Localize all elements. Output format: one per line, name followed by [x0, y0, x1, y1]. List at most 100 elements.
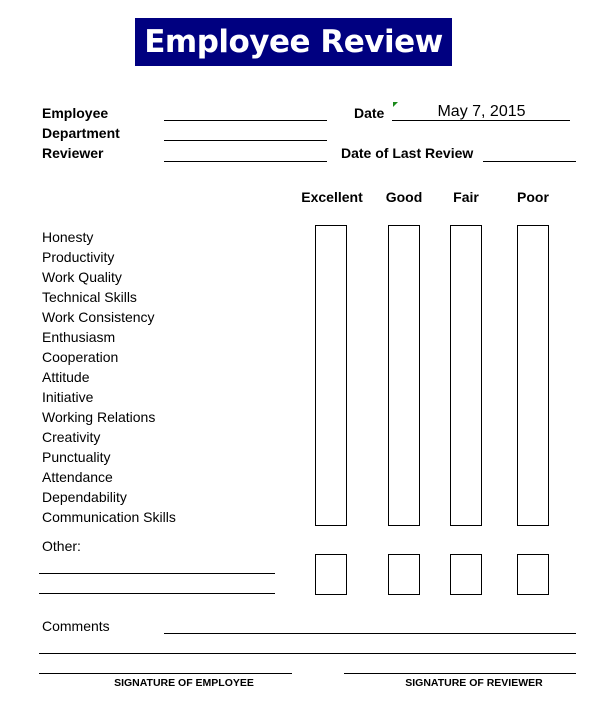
- criterion-label: Enthusiasm: [42, 329, 116, 345]
- criterion-label: Initiative: [42, 389, 94, 405]
- other-rating-checkbox-poor[interactable]: [517, 554, 549, 575]
- employee-field[interactable]: [164, 120, 327, 121]
- rating-checkbox-poor[interactable]: [517, 285, 549, 306]
- criterion-label: Communication Skills: [42, 509, 176, 525]
- criterion-label: Working Relations: [42, 409, 156, 425]
- rating-checkbox-excellent[interactable]: [315, 365, 347, 386]
- other-rating-checkbox-good[interactable]: [388, 554, 420, 575]
- rating-checkbox-poor[interactable]: [517, 445, 549, 466]
- rating-checkbox-fair[interactable]: [450, 425, 482, 446]
- rating-checkbox-fair[interactable]: [450, 385, 482, 406]
- rating-checkbox-poor[interactable]: [517, 245, 549, 266]
- rating-checkbox-excellent[interactable]: [315, 245, 347, 266]
- rating-checkbox-fair[interactable]: [450, 445, 482, 466]
- rating-checkbox-fair[interactable]: [450, 265, 482, 286]
- other-rating-checkbox-excellent[interactable]: [315, 554, 347, 575]
- rating-checkbox-excellent[interactable]: [315, 285, 347, 306]
- criterion-label: Honesty: [42, 229, 94, 245]
- other-rating-checkbox-fair[interactable]: [450, 574, 482, 595]
- rating-checkbox-good[interactable]: [388, 385, 420, 406]
- department-field[interactable]: [164, 140, 327, 141]
- criterion-label: Work Consistency: [42, 309, 155, 325]
- rating-checkbox-poor[interactable]: [517, 385, 549, 406]
- rating-checkbox-excellent[interactable]: [315, 425, 347, 446]
- rating-checkbox-excellent[interactable]: [315, 305, 347, 326]
- other-rating-checkbox-poor[interactable]: [517, 574, 549, 595]
- rating-checkbox-excellent[interactable]: [315, 465, 347, 486]
- rating-checkbox-poor[interactable]: [517, 305, 549, 326]
- rating-checkbox-excellent[interactable]: [315, 345, 347, 366]
- rating-checkbox-excellent[interactable]: [315, 445, 347, 466]
- rating-checkbox-poor[interactable]: [517, 405, 549, 426]
- rating-checkbox-poor[interactable]: [517, 425, 549, 446]
- comments-field-2[interactable]: [39, 653, 576, 654]
- criterion-label: Creativity: [42, 429, 101, 445]
- rating-checkbox-good[interactable]: [388, 265, 420, 286]
- rating-checkbox-good[interactable]: [388, 245, 420, 266]
- rating-checkbox-good[interactable]: [388, 345, 420, 366]
- rating-checkbox-poor[interactable]: [517, 485, 549, 506]
- other-rating-checkbox-fair[interactable]: [450, 554, 482, 575]
- other-field-1[interactable]: [39, 573, 275, 574]
- rating-checkbox-excellent[interactable]: [315, 385, 347, 406]
- rating-checkbox-good[interactable]: [388, 305, 420, 326]
- comments-field-1[interactable]: [164, 633, 576, 634]
- rating-checkbox-fair[interactable]: [450, 465, 482, 486]
- department-label: Department: [42, 125, 120, 141]
- criterion-label: Technical Skills: [42, 289, 137, 305]
- column-header-fair: Fair: [453, 189, 479, 205]
- criterion-label: Work Quality: [42, 269, 122, 285]
- rating-checkbox-fair[interactable]: [450, 365, 482, 386]
- rating-checkbox-fair[interactable]: [450, 345, 482, 366]
- reviewer-field[interactable]: [164, 161, 327, 162]
- rating-checkbox-good[interactable]: [388, 285, 420, 306]
- rating-checkbox-good[interactable]: [388, 465, 420, 486]
- rating-checkbox-good[interactable]: [388, 325, 420, 346]
- rating-checkbox-fair[interactable]: [450, 225, 482, 246]
- date-field-line: [392, 120, 570, 121]
- rating-checkbox-excellent[interactable]: [315, 325, 347, 346]
- rating-checkbox-good[interactable]: [388, 425, 420, 446]
- date-label: Date: [354, 105, 385, 121]
- rating-checkbox-fair[interactable]: [450, 285, 482, 306]
- criterion-label: Punctuality: [42, 449, 111, 465]
- reviewer-signature-field[interactable]: [344, 673, 576, 674]
- rating-checkbox-excellent[interactable]: [315, 505, 347, 526]
- rating-checkbox-poor[interactable]: [517, 225, 549, 246]
- other-field-2[interactable]: [39, 593, 275, 594]
- rating-checkbox-poor[interactable]: [517, 265, 549, 286]
- rating-checkbox-poor[interactable]: [517, 465, 549, 486]
- criterion-label: Cooperation: [42, 349, 119, 365]
- rating-checkbox-excellent[interactable]: [315, 405, 347, 426]
- employee-signature-label: SIGNATURE OF EMPLOYEE: [114, 677, 254, 689]
- rating-checkbox-fair[interactable]: [450, 305, 482, 326]
- rating-checkbox-fair[interactable]: [450, 405, 482, 426]
- rating-checkbox-excellent[interactable]: [315, 225, 347, 246]
- rating-checkbox-excellent[interactable]: [315, 265, 347, 286]
- rating-checkbox-fair[interactable]: [450, 505, 482, 526]
- other-rating-checkbox-excellent[interactable]: [315, 574, 347, 595]
- rating-checkbox-good[interactable]: [388, 505, 420, 526]
- criterion-label: Attitude: [42, 369, 90, 385]
- rating-checkbox-fair[interactable]: [450, 485, 482, 506]
- comments-label: Comments: [42, 618, 110, 634]
- column-header-excellent: Excellent: [301, 189, 363, 205]
- rating-checkbox-good[interactable]: [388, 225, 420, 246]
- last-review-field[interactable]: [483, 161, 576, 162]
- employee-signature-field[interactable]: [39, 673, 292, 674]
- rating-checkbox-excellent[interactable]: [315, 485, 347, 506]
- rating-checkbox-good[interactable]: [388, 445, 420, 466]
- rating-checkbox-poor[interactable]: [517, 325, 549, 346]
- last-review-label: Date of Last Review: [341, 145, 474, 161]
- date-value[interactable]: May 7, 2015: [393, 103, 570, 121]
- rating-checkbox-fair[interactable]: [450, 325, 482, 346]
- rating-checkbox-poor[interactable]: [517, 365, 549, 386]
- rating-checkbox-poor[interactable]: [517, 345, 549, 366]
- rating-checkbox-good[interactable]: [388, 405, 420, 426]
- rating-checkbox-good[interactable]: [388, 365, 420, 386]
- other-rating-checkbox-good[interactable]: [388, 574, 420, 595]
- column-header-good: Good: [385, 189, 423, 205]
- rating-checkbox-fair[interactable]: [450, 245, 482, 266]
- rating-checkbox-good[interactable]: [388, 485, 420, 506]
- rating-checkbox-poor[interactable]: [517, 505, 549, 526]
